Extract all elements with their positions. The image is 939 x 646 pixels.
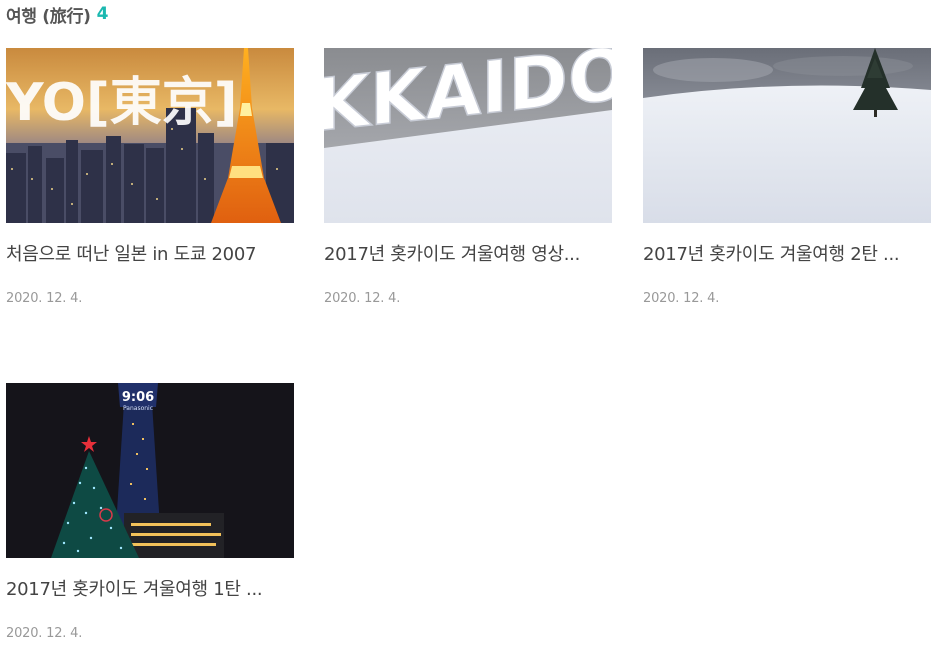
post-date: 2020. 12. 4. bbox=[643, 291, 720, 306]
post-date: 2020. 12. 4. bbox=[324, 291, 401, 306]
post-card[interactable]: YO[東京] 처음으로 떠난 일본 in 도쿄 2007 2020. 12. 4… bbox=[6, 48, 294, 306]
hokkaido-snow-sign-photo-icon: KKAIDO bbox=[324, 48, 612, 223]
post-title[interactable]: 처음으로 떠난 일본 in 도쿄 2007 bbox=[6, 242, 294, 268]
tokyo-tower-photo-icon: YO[東京] bbox=[6, 48, 294, 223]
category-post-count: 4 bbox=[96, 4, 109, 24]
svg-text:YO[東京]: YO[東京] bbox=[6, 73, 238, 133]
post-thumbnail[interactable]: KKAIDO bbox=[324, 48, 612, 223]
svg-text:Panasonic: Panasonic bbox=[123, 405, 153, 412]
post-title[interactable]: 2017년 홋카이도 겨울여행 2탄 ... bbox=[643, 242, 931, 268]
post-thumbnail[interactable] bbox=[643, 48, 931, 223]
post-date: 2020. 12. 4. bbox=[6, 626, 83, 641]
post-title[interactable]: 2017년 홋카이도 겨울여행 1탄 ... bbox=[6, 577, 294, 603]
svg-text:9:06: 9:06 bbox=[122, 390, 154, 405]
post-card[interactable]: 9:06 Panasonic 2017년 홋카이도 겨울여행 1탄 ... 20… bbox=[6, 383, 294, 641]
post-card[interactable]: KKAIDO 2017년 홋카이도 겨울여행 영상... 2020. 12. 4… bbox=[324, 48, 612, 306]
post-card[interactable]: 2017년 홋카이도 겨울여행 2탄 ... 2020. 12. 4. bbox=[643, 48, 931, 306]
snowy-tree-field-photo-icon bbox=[643, 48, 931, 223]
post-thumbnail[interactable]: YO[東京] bbox=[6, 48, 294, 223]
post-title[interactable]: 2017년 홋카이도 겨울여행 영상... bbox=[324, 242, 612, 268]
category-header: 여행 (旅行) 4 bbox=[6, 2, 109, 27]
post-thumbnail[interactable]: 9:06 Panasonic bbox=[6, 383, 294, 558]
category-name: 여행 (旅行) bbox=[6, 6, 91, 27]
sapporo-tv-tower-christmas-photo-icon: 9:06 Panasonic bbox=[6, 383, 294, 558]
post-date: 2020. 12. 4. bbox=[6, 291, 83, 306]
